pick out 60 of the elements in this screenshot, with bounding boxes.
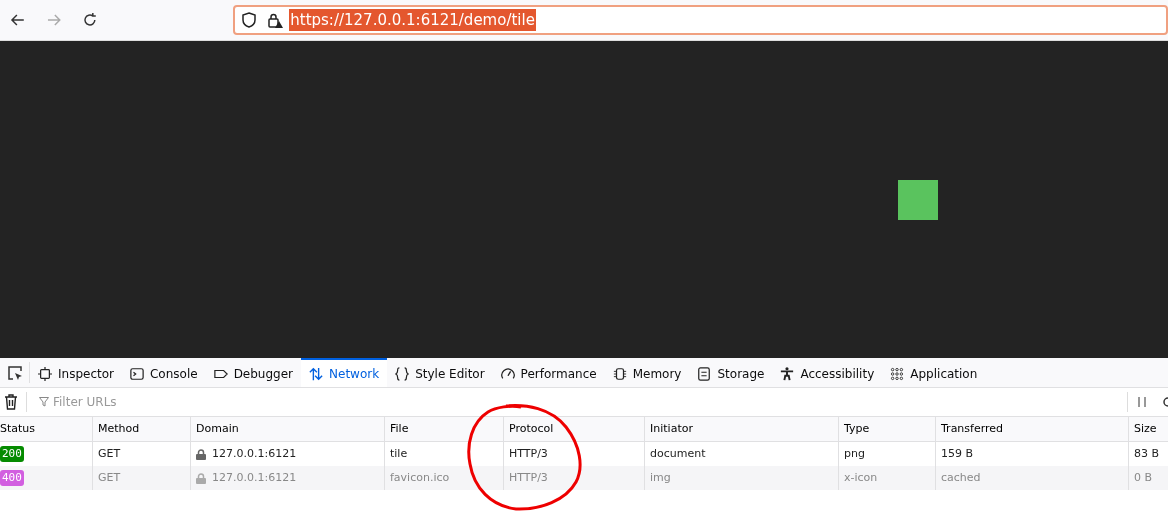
table-cell-text: cached — [941, 469, 981, 486]
devtools-tab[interactable]: Performance — [492, 358, 605, 387]
element-picker-icon[interactable] — [6, 364, 23, 381]
table-cell-text: document — [650, 445, 706, 462]
lock-warning-icon[interactable] — [267, 12, 284, 28]
column-header[interactable]: Type — [838, 417, 935, 441]
filter-field[interactable]: Filter URLs — [53, 393, 353, 411]
address-bar[interactable]: https://127.0.0.1:6121/demo/tile — [233, 5, 1168, 35]
column-header[interactable]: Domain — [190, 417, 384, 441]
table-cell-text: 0 B — [1134, 469, 1153, 486]
status-badge: 400 — [0, 469, 24, 487]
table-cell-text: favicon.ico — [390, 469, 450, 486]
lock-icon — [196, 448, 206, 460]
tile-square — [898, 180, 938, 220]
console-icon — [130, 366, 144, 381]
table-cell-text: 159 B — [941, 445, 974, 462]
devtools-tab[interactable]: Debugger — [205, 358, 302, 387]
table-cell-text: tile — [390, 445, 408, 462]
pause-icon[interactable] — [1138, 397, 1146, 407]
column-header[interactable]: Transferred — [935, 417, 1128, 441]
devtools-tab[interactable]: Memory — [604, 358, 690, 387]
reload-icon[interactable] — [81, 12, 98, 28]
column-header[interactable]: Initiator — [644, 417, 838, 441]
lock-icon — [196, 472, 206, 484]
devtools-tab[interactable]: Console — [122, 358, 206, 387]
column-header[interactable]: Method — [92, 417, 190, 441]
table-cell-text: HTTP/3 — [509, 445, 548, 462]
filter-icon — [39, 397, 49, 407]
table-cell-text: 127.0.0.1:6121 — [212, 469, 297, 486]
devtools-tab[interactable]: Network — [301, 358, 388, 387]
gauge-icon — [500, 366, 515, 381]
table-cell-text: x-icon — [844, 469, 878, 486]
table-cell-text: img — [650, 469, 671, 486]
table-cell-text: 83 B — [1134, 445, 1160, 462]
status-badge: 200 — [0, 445, 24, 463]
network-icon — [309, 366, 324, 381]
table-cell-text: png — [844, 445, 865, 462]
inspector-icon — [38, 366, 52, 381]
devtools-tab[interactable]: Style Editor — [387, 358, 493, 387]
table-cell-text: HTTP/3 — [509, 469, 548, 486]
braces-icon — [395, 366, 410, 381]
devtools-tab[interactable]: Accessibility — [772, 358, 883, 387]
chip-icon — [612, 366, 627, 381]
column-header[interactable]: Size — [1128, 417, 1168, 441]
devtools-tab[interactable]: Application — [882, 358, 986, 387]
table-cell-text: GET — [98, 445, 121, 462]
shield-icon[interactable] — [241, 12, 258, 28]
column-header[interactable]: Protocol — [503, 417, 644, 441]
grid-icon — [890, 366, 905, 381]
trash-icon[interactable] — [4, 394, 18, 410]
column-header[interactable]: Status — [0, 417, 92, 441]
column-header[interactable]: File — [384, 417, 503, 441]
table-cell-text: 127.0.0.1:6121 — [212, 445, 297, 462]
accessibility-icon — [780, 366, 795, 381]
devtools-tab[interactable]: Inspector — [30, 358, 122, 387]
devtools-tab[interactable]: Storage — [689, 358, 773, 387]
table-cell-text: GET — [98, 469, 121, 486]
back-icon[interactable] — [10, 12, 26, 28]
storage-icon — [697, 366, 712, 381]
url-text[interactable]: https://127.0.0.1:6121/demo/tile — [289, 8, 536, 32]
